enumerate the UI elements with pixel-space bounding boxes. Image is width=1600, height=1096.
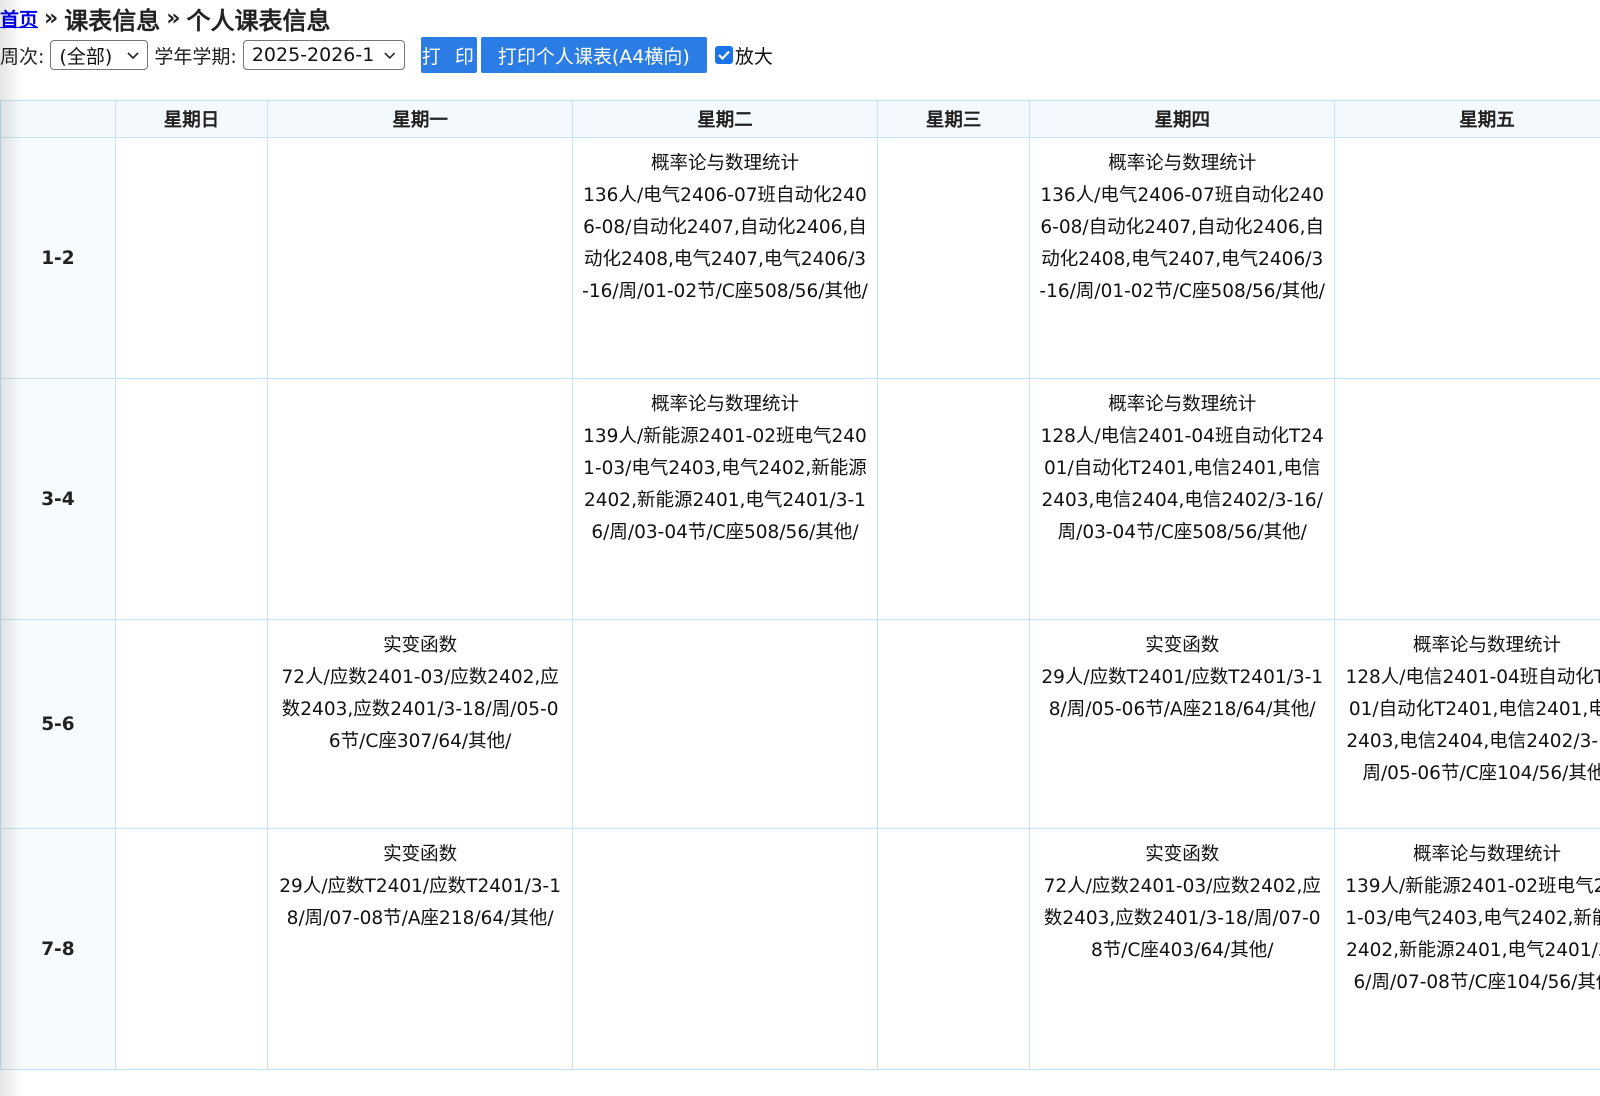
print-a4-button[interactable]: 打印个人课表(A4横向) bbox=[480, 37, 707, 73]
period-label: 1-2 bbox=[0, 137, 116, 379]
course-detail: 29人/应数T2401/应数T2401/3-18/周/05-06节/A座218/… bbox=[1041, 667, 1324, 720]
cell-wed-1-2 bbox=[876, 137, 1031, 379]
course-detail: 128人/电信2401-04班自动化T2401/自动化T2401,电信2401,… bbox=[1345, 667, 1600, 784]
header-wednesday: 星期三 bbox=[876, 100, 1031, 138]
cell-sun-7-8 bbox=[114, 828, 269, 1070]
header-period bbox=[0, 100, 116, 138]
header-sunday: 星期日 bbox=[114, 100, 269, 138]
course-name: 实变函数 bbox=[1145, 635, 1220, 656]
cell-thu-3-4: 概率论与数理统计 128人/电信2401-04班自动化T2401/自动化T240… bbox=[1029, 378, 1336, 620]
schedule-table-wrap: 星期日 星期一 星期二 星期三 星期四 星期五 1-2 概率论与数理统计 136… bbox=[0, 100, 1600, 1070]
course-name: 实变函数 bbox=[1145, 844, 1220, 865]
cell-thu-5-6: 实变函数 29人/应数T2401/应数T2401/3-18/周/05-06节/A… bbox=[1029, 619, 1336, 829]
period-label: 7-8 bbox=[0, 828, 116, 1070]
week-select-value: (全部) bbox=[59, 45, 113, 68]
schedule-table: 星期日 星期一 星期二 星期三 星期四 星期五 1-2 概率论与数理统计 136… bbox=[0, 100, 1600, 1070]
course-name: 实变函数 bbox=[383, 635, 458, 656]
course-detail: 72人/应数2401-03/应数2402,应数2403,应数2401/3-18/… bbox=[281, 667, 559, 752]
table-row: 3-4 概率论与数理统计 139人/新能源2401-02班电气2401-03/电… bbox=[0, 378, 1600, 620]
course-detail: 29人/应数T2401/应数T2401/3-18/周/07-08节/A座218/… bbox=[279, 876, 562, 929]
course-entry: 实变函数 72人/应数2401-03/应数2402,应数2403,应数2401/… bbox=[268, 620, 572, 758]
header-tuesday: 星期二 bbox=[572, 100, 878, 138]
course-entry: 实变函数 72人/应数2401-03/应数2402,应数2403,应数2401/… bbox=[1030, 829, 1334, 967]
schedule-page: 首页 » 课表信息 » 个人课表信息 周次: (全部) 学年学期: 2025-2… bbox=[0, 0, 1600, 1096]
course-detail: 136人/电气2406-07班自动化2406-08/自动化2407,自动化240… bbox=[582, 185, 868, 302]
cell-mon-5-6: 实变函数 72人/应数2401-03/应数2402,应数2403,应数2401/… bbox=[267, 619, 574, 829]
course-entry: 概率论与数理统计 139人/新能源2401-02班电气2401-03/电气240… bbox=[573, 379, 877, 549]
zoom-checkbox[interactable] bbox=[714, 46, 733, 64]
course-detail: 139人/新能源2401-02班电气2401-03/电气2403,电气2402,… bbox=[583, 426, 867, 543]
week-label: 周次: bbox=[0, 45, 45, 68]
cell-mon-3-4 bbox=[267, 378, 574, 620]
course-name: 概率论与数理统计 bbox=[1108, 394, 1257, 415]
chevron-down-icon bbox=[127, 52, 139, 60]
cell-tue-1-2: 概率论与数理统计 136人/电气2406-07班自动化2406-08/自动化24… bbox=[572, 137, 878, 379]
toolbar: 周次: (全部) 学年学期: 2025-2026-1 打 印 打印个人课表(A4… bbox=[0, 36, 773, 74]
period-label: 5-6 bbox=[0, 619, 116, 829]
cell-mon-1-2 bbox=[267, 137, 574, 379]
term-label: 学年学期: bbox=[154, 45, 237, 68]
zoom-label: 放大 bbox=[734, 45, 773, 68]
course-detail: 128人/电信2401-04班自动化T2401/自动化T2401,电信2401,… bbox=[1040, 426, 1324, 543]
term-select[interactable]: 2025-2026-1 bbox=[242, 40, 405, 70]
course-detail: 72人/应数2401-03/应数2402,应数2403,应数2401/3-18/… bbox=[1043, 876, 1321, 961]
cell-fri-5-6: 概率论与数理统计 128人/电信2401-04班自动化T2401/自动化T240… bbox=[1334, 619, 1600, 829]
table-row: 7-8 实变函数 29人/应数T2401/应数T2401/3-18/周/07-0… bbox=[0, 828, 1600, 1070]
cell-wed-3-4 bbox=[876, 378, 1031, 620]
cell-fri-1-2 bbox=[1334, 137, 1600, 379]
cell-tue-5-6 bbox=[572, 619, 878, 829]
chevron-down-icon bbox=[384, 52, 396, 59]
period-label: 3-4 bbox=[0, 378, 116, 620]
header-monday: 星期一 bbox=[267, 100, 574, 138]
course-name: 概率论与数理统计 bbox=[1108, 153, 1257, 174]
breadcrumb-separator: » bbox=[44, 5, 59, 31]
header-friday: 星期五 bbox=[1334, 100, 1600, 138]
cell-sun-1-2 bbox=[114, 137, 269, 379]
header-row: 星期日 星期一 星期二 星期三 星期四 星期五 bbox=[0, 100, 1600, 138]
print-button[interactable]: 打 印 bbox=[420, 37, 477, 73]
cell-thu-1-2: 概率论与数理统计 136人/电气2406-07班自动化2406-08/自动化24… bbox=[1029, 137, 1336, 379]
table-row: 5-6 实变函数 72人/应数2401-03/应数2402,应数2403,应数2… bbox=[0, 619, 1600, 829]
course-detail: 136人/电气2406-07班自动化2406-08/自动化2407,自动化240… bbox=[1039, 185, 1326, 302]
course-entry: 概率论与数理统计 136人/电气2406-07班自动化2406-08/自动化24… bbox=[573, 138, 877, 308]
breadcrumb-separator: » bbox=[166, 5, 181, 31]
breadcrumb-home-link[interactable]: 首页 bbox=[0, 5, 38, 32]
cell-sun-3-4 bbox=[114, 378, 269, 620]
course-name: 实变函数 bbox=[383, 844, 458, 865]
week-select[interactable]: (全部) bbox=[50, 40, 149, 70]
course-name: 概率论与数理统计 bbox=[650, 153, 799, 174]
course-name: 概率论与数理统计 bbox=[1413, 844, 1562, 865]
breadcrumb-personal-schedule: 个人课表信息 bbox=[186, 6, 331, 35]
cell-tue-7-8 bbox=[572, 828, 878, 1070]
course-entry: 实变函数 29人/应数T2401/应数T2401/3-18/周/07-08节/A… bbox=[268, 829, 572, 935]
course-detail: 139人/新能源2401-02班电气2401-03/电气2403,电气2402,… bbox=[1345, 876, 1600, 993]
table-row: 1-2 概率论与数理统计 136人/电气2406-07班自动化2406-08/自… bbox=[0, 137, 1600, 379]
term-select-value: 2025-2026-1 bbox=[251, 44, 375, 66]
course-entry: 实变函数 29人/应数T2401/应数T2401/3-18/周/05-06节/A… bbox=[1030, 620, 1334, 726]
header-thursday: 星期四 bbox=[1029, 100, 1336, 138]
course-name: 概率论与数理统计 bbox=[1413, 635, 1562, 656]
zoom-checkbox-group[interactable]: 放大 bbox=[714, 42, 773, 69]
course-entry: 概率论与数理统计 136人/电气2406-07班自动化2406-08/自动化24… bbox=[1030, 138, 1334, 308]
cell-wed-5-6 bbox=[876, 619, 1031, 829]
cell-tue-3-4: 概率论与数理统计 139人/新能源2401-02班电气2401-03/电气240… bbox=[572, 378, 878, 620]
checkmark-icon bbox=[718, 50, 730, 61]
breadcrumb-schedule-info: 课表信息 bbox=[64, 6, 161, 35]
course-entry: 概率论与数理统计 128人/电信2401-04班自动化T2401/自动化T240… bbox=[1335, 620, 1600, 790]
course-entry: 概率论与数理统计 128人/电信2401-04班自动化T2401/自动化T240… bbox=[1030, 379, 1334, 549]
course-entry: 概率论与数理统计 139人/新能源2401-02班电气2401-03/电气240… bbox=[1335, 829, 1600, 999]
cell-thu-7-8: 实变函数 72人/应数2401-03/应数2402,应数2403,应数2401/… bbox=[1029, 828, 1336, 1070]
cell-fri-7-8: 概率论与数理统计 139人/新能源2401-02班电气2401-03/电气240… bbox=[1334, 828, 1600, 1070]
cell-wed-7-8 bbox=[876, 828, 1031, 1070]
cell-fri-3-4 bbox=[1334, 378, 1600, 620]
cell-sun-5-6 bbox=[114, 619, 269, 829]
breadcrumb: 首页 » 课表信息 » 个人课表信息 bbox=[0, 2, 331, 35]
cell-mon-7-8: 实变函数 29人/应数T2401/应数T2401/3-18/周/07-08节/A… bbox=[267, 828, 574, 1070]
course-name: 概率论与数理统计 bbox=[650, 394, 799, 415]
